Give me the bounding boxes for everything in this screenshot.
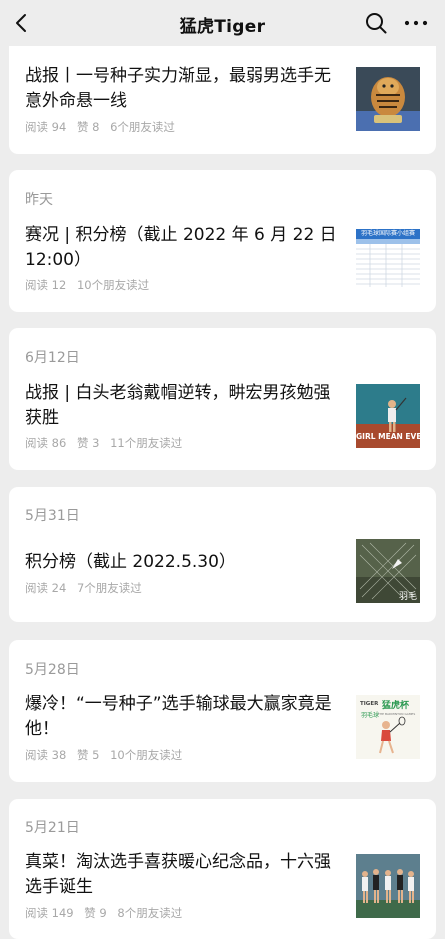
group-photo-thumbnail[interactable] [356,854,420,918]
thumb-overlay-text: 羽毛 [398,592,417,602]
article-date: 昨天 [25,192,53,208]
like-count: 赞 5 [76,748,100,762]
article-meta: 阅读 24 7个朋友读过 [25,580,149,596]
article-date: 5月31日 [25,508,80,524]
read-count: 阅读 86 [25,436,67,450]
read-count: 阅读 38 [25,748,67,762]
friends-read: 7个朋友读过 [76,581,142,595]
leaderboard-table-thumbnail[interactable]: 羽毛球国际赛小组赛 [356,227,420,291]
article-card[interactable]: 5月28日 爆冷！“一号种子”选手输球最大赢家竟是他！ 阅读 38 赞 5 10… [9,640,436,782]
article-meta: 阅读 86 赞 3 11个朋友读过 [25,435,189,451]
read-count: 阅读 94 [25,120,67,134]
article-card[interactable]: 5月21日 真菜！淘汰选手喜获暖心纪念品，十六强选手诞生 阅读 149 赞 9 … [9,799,436,939]
read-count: 阅读 149 [25,906,74,920]
article-meta: 阅读 94 赞 8 6个朋友读过 [25,119,182,135]
article-title[interactable]: 积分榜（截止 2022.5.30） [25,550,343,575]
search-icon[interactable] [364,11,388,35]
article-title[interactable]: 赛况 | 积分榜（截止 2022 年 6 月 22 日 12:00） [25,223,343,273]
friends-read: 10个朋友读过 [76,278,150,292]
more-options-icon[interactable] [403,11,429,35]
article-meta: 阅读 149 赞 9 8个朋友读过 [25,905,189,921]
like-count: 赞 8 [76,120,100,134]
article-meta: 阅读 38 赞 5 10个朋友读过 [25,747,189,763]
article-date: 5月28日 [25,662,80,678]
read-count: 阅读 24 [25,581,67,595]
nav-bar: 猛虎Tiger [0,0,445,46]
friends-read: 10个朋友读过 [110,748,183,762]
article-card[interactable]: 昨天 赛况 | 积分榜（截止 2022 年 6 月 22 日 12:00） 阅读… [9,170,436,312]
article-card[interactable]: 战报丨一号种子实力渐显，最弱男选手无意外命悬一线 阅读 94 赞 8 6个朋友读… [9,30,436,154]
thumb-header-text: 羽毛球国际赛小组赛 [360,230,415,237]
badminton-net-thumbnail[interactable]: 羽毛 [356,539,420,603]
friends-read: 8个朋友读过 [117,906,183,920]
article-title[interactable]: 战报丨一号种子实力渐显，最弱男选手无意外命悬一线 [25,64,343,114]
article-date: 5月21日 [25,820,80,836]
article-title[interactable]: 战报 | 白头老翁戴帽逆转，畊宏男孩勉强获胜 [25,381,343,431]
friends-read: 11个朋友读过 [110,436,183,450]
tiger-badminton-poster-thumbnail[interactable]: TIGER 猛虎杯 羽毛球 THE BADMINTON GAMES [356,695,420,759]
like-count: 赞 9 [84,906,107,920]
read-count: 阅读 12 [25,278,67,292]
article-date: 6月12日 [25,350,80,366]
like-count: 赞 3 [76,436,100,450]
article-title[interactable]: 真菜！淘汰选手喜获暖心纪念品，十六强选手诞生 [25,850,343,900]
article-card[interactable]: 6月12日 战报 | 白头老翁戴帽逆转，畊宏男孩勉强获胜 阅读 86 赞 3 1… [9,328,436,470]
friends-read: 6个朋友读过 [110,120,175,134]
article-meta: 阅读 12 10个朋友读过 [25,277,156,293]
badminton-court-thumbnail[interactable]: GIRL MEAN EVER [356,384,420,448]
article-card[interactable]: 5月31日 积分榜（截止 2022.5.30） 阅读 24 7个朋友读过 羽毛 [9,487,436,622]
article-title[interactable]: 爆冷！“一号种子”选手输球最大赢家竟是他！ [25,692,343,742]
thumb-overlay-text: GIRL MEAN EVER [356,432,420,441]
tiger-figurine-thumbnail[interactable] [356,67,420,131]
